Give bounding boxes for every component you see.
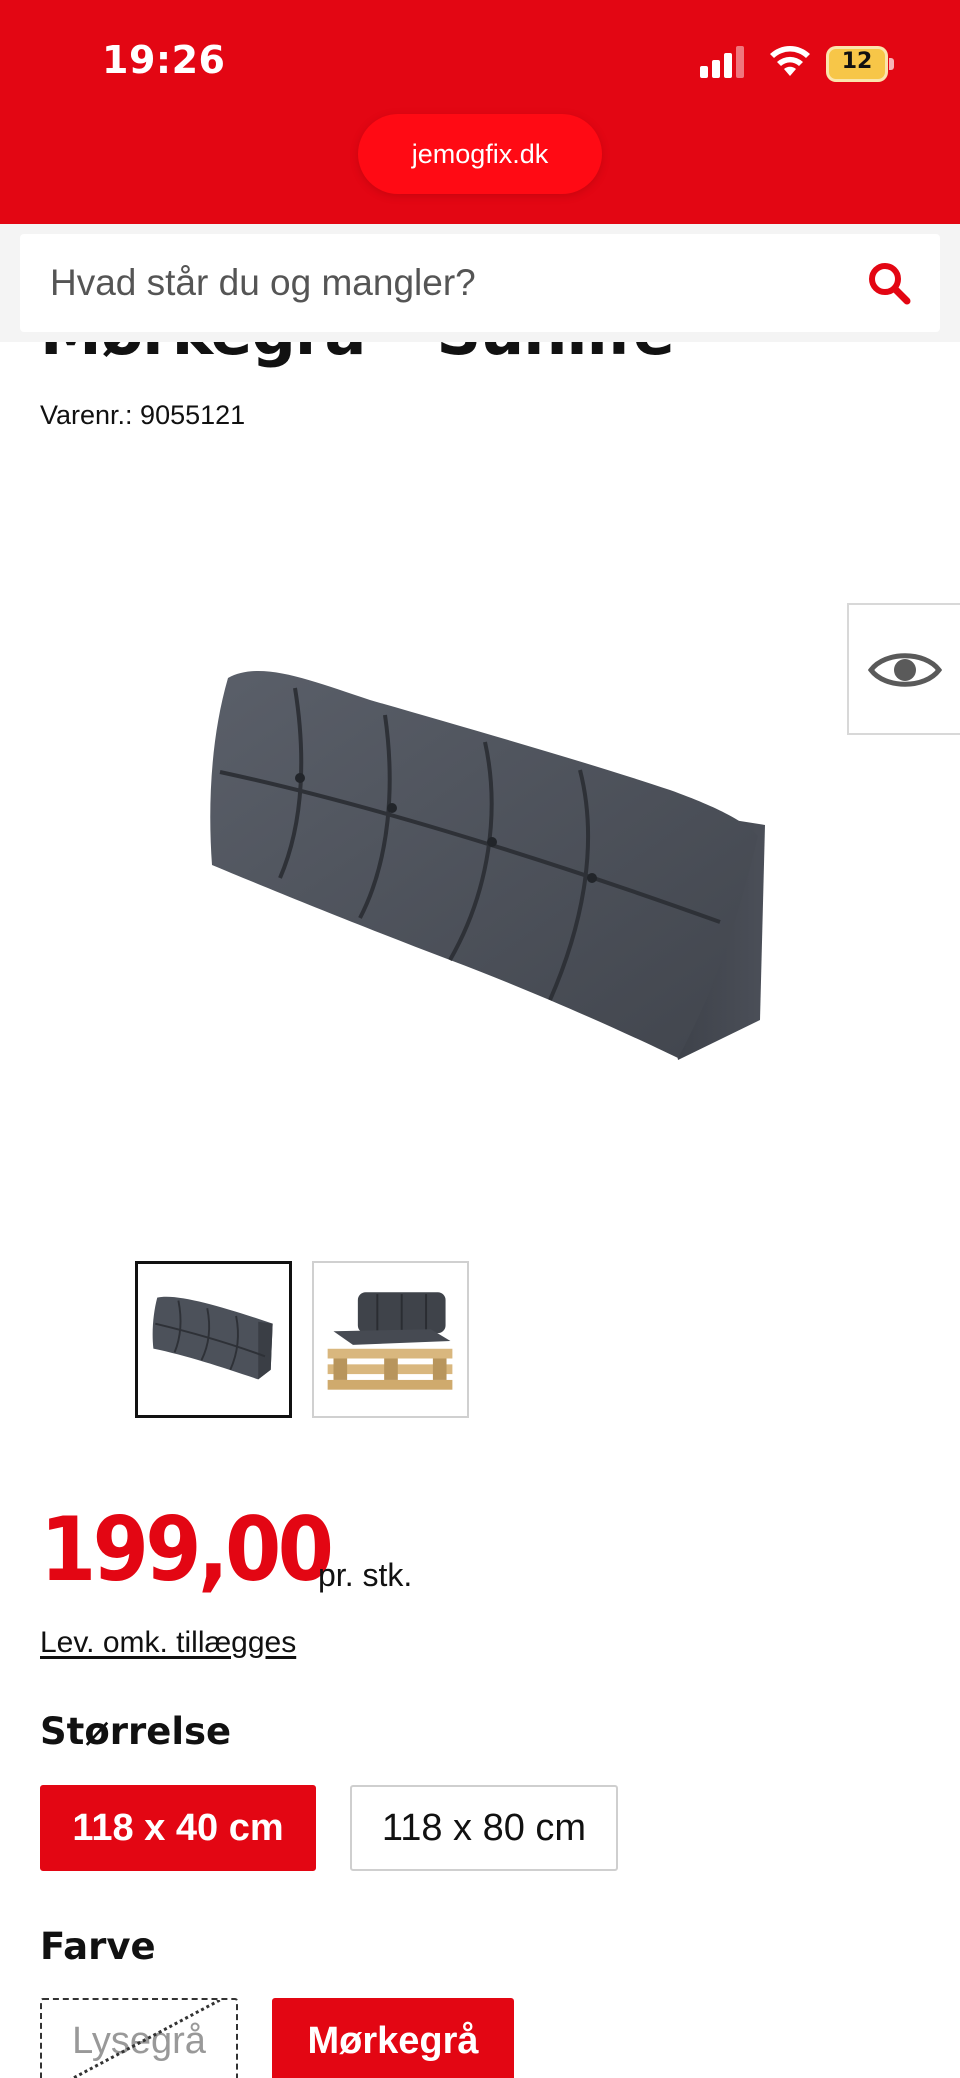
product-title: Mørkegrå – Sunlife — [40, 342, 940, 372]
search-input[interactable] — [50, 256, 850, 310]
thumbnail-1[interactable] — [135, 1261, 292, 1418]
eye-icon — [867, 653, 943, 687]
size-option-118x40[interactable]: 118 x 40 cm — [40, 1785, 316, 1871]
battery-icon: 12 — [826, 46, 894, 82]
search-icon[interactable] — [866, 260, 912, 306]
color-label: Farve — [40, 1925, 156, 1968]
status-time: 19:26 — [102, 38, 226, 82]
color-option-lysegraa[interactable]: Lysegrå — [40, 1998, 238, 2078]
wifi-icon — [770, 46, 810, 76]
product-price: 199,00 — [40, 1498, 334, 1601]
search-bar-container — [0, 224, 960, 342]
size-option-118x80[interactable]: 118 x 80 cm — [350, 1785, 618, 1871]
color-option-moerkegraa[interactable]: Mørkegrå — [272, 1998, 514, 2078]
size-label: Størrelse — [40, 1710, 232, 1753]
browser-header: 19:26 12 jemogfix.dk — [0, 0, 960, 224]
search-bar — [20, 234, 940, 332]
price-unit: pr. stk. — [318, 1557, 413, 1593]
url-bar[interactable]: jemogfix.dk — [358, 114, 602, 194]
product-image[interactable] — [200, 660, 780, 1080]
signal-icon — [700, 46, 744, 78]
view-3d-button[interactable] — [847, 603, 960, 735]
battery-level: 12 — [841, 49, 873, 74]
thumbnail-2[interactable] — [312, 1261, 469, 1418]
shipping-cost-link[interactable]: Lev. omk. tillægges — [40, 1626, 296, 1660]
product-sku: Varenr.: 9055121 — [40, 400, 246, 430]
